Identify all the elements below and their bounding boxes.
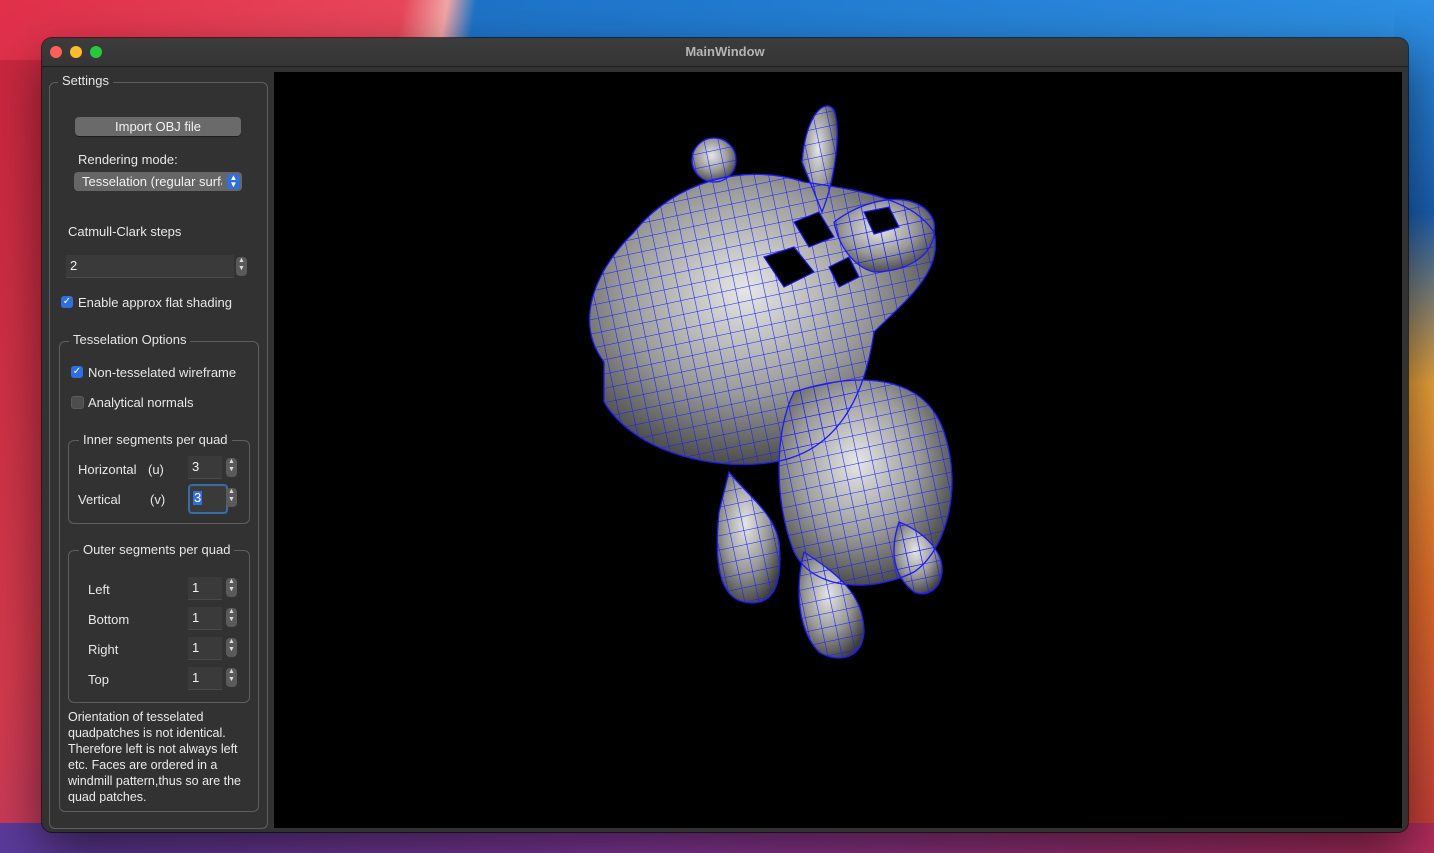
opengl-viewport[interactable] [274, 72, 1402, 828]
horizontal-label: Horizontal [78, 462, 137, 477]
cow-mesh-render [588, 105, 953, 659]
outer-right-label: Right [88, 642, 119, 657]
inner-segments-title: Inner segments per quad [79, 432, 232, 448]
outer-right-input[interactable]: 1 [188, 637, 222, 660]
rendering-mode-value: Tesselation (regular surfaces) [82, 174, 222, 189]
outer-right-stepper[interactable]: ▲ ▼ [226, 638, 237, 657]
catmull-clark-stepper[interactable]: ▲ ▼ [236, 257, 247, 276]
vertical-v-stepper[interactable]: ▲ ▼ [226, 488, 237, 507]
horizontal-u-value: 3 [192, 459, 200, 474]
vertical-axis-label: (v) [150, 492, 166, 507]
title-bar[interactable]: MainWindow [42, 38, 1408, 67]
analytical-normals-checkbox[interactable] [71, 396, 84, 409]
rendering-mode-label: Rendering mode: [78, 152, 178, 167]
orientation-note: Orientation of tesselated quadpatches is… [68, 710, 242, 803]
catmull-clark-value: 2 [70, 258, 78, 273]
outer-bottom-label: Bottom [88, 612, 130, 627]
settings-group-title: Settings [58, 73, 113, 89]
import-obj-button[interactable]: Import OBJ file [75, 117, 241, 136]
outer-left-stepper[interactable]: ▲ ▼ [226, 578, 237, 597]
outer-left-input[interactable]: 1 [188, 577, 222, 600]
vertical-v-input[interactable]: 3 [188, 484, 228, 514]
catmull-clark-input[interactable]: 2 [66, 255, 234, 278]
outer-top-input[interactable]: 1 [188, 667, 222, 690]
vertical-v-value: 3 [193, 490, 203, 505]
outer-left-value: 1 [192, 580, 200, 595]
window-title: MainWindow [685, 44, 765, 59]
outer-right-value: 1 [192, 640, 200, 655]
vertical-label: Vertical [78, 492, 121, 507]
cow-model [588, 105, 953, 659]
chevron-updown-icon: ▲ ▼ [227, 174, 240, 189]
horizontal-u-input[interactable]: 3 [188, 456, 222, 479]
flat-shading-label: Enable approx flat shading [78, 295, 232, 310]
outer-top-stepper[interactable]: ▲ ▼ [226, 668, 237, 687]
catmull-clark-label: Catmull-Clark steps [68, 224, 182, 239]
horizontal-axis-label: (u) [148, 462, 164, 477]
horizontal-u-stepper[interactable]: ▲ ▼ [226, 458, 237, 477]
flat-shading-checkbox[interactable]: ✓ [61, 296, 73, 308]
outer-bottom-value: 1 [192, 610, 200, 625]
main-window: MainWindow Settings Import OBJ file Rend… [42, 38, 1408, 832]
tesselation-options-title: Tesselation Options [69, 332, 191, 348]
outer-top-value: 1 [192, 670, 200, 685]
outer-top-label: Top [88, 672, 109, 687]
outer-bottom-input[interactable]: 1 [188, 607, 222, 630]
outer-left-label: Left [88, 582, 110, 597]
analytical-normals-label: Analytical normals [88, 395, 194, 410]
wireframe-checkbox[interactable]: ✓ [71, 366, 83, 378]
outer-bottom-stepper[interactable]: ▲ ▼ [226, 608, 237, 627]
rendering-mode-select[interactable]: Tesselation (regular surfaces) ▲▼ [74, 172, 242, 191]
wireframe-label: Non-tesselated wireframe [88, 365, 237, 380]
outer-segments-title: Outer segments per quad [79, 542, 235, 558]
